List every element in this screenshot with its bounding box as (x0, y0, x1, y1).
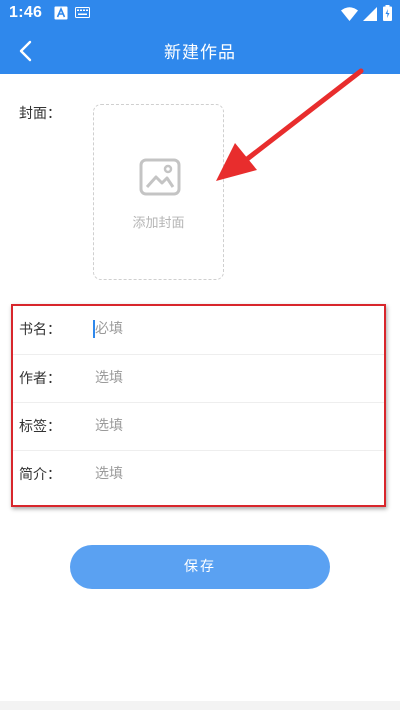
battery-charging-icon (383, 5, 392, 21)
app-header: 新建作品 (0, 28, 400, 74)
wifi-icon (341, 7, 358, 21)
author-field-row: 作者： (13, 354, 384, 403)
signal-icon (363, 7, 377, 21)
app-notification-icon (54, 6, 68, 20)
bottom-edge (0, 701, 400, 710)
tags-input[interactable] (95, 411, 365, 441)
title-field-row: 书名： (13, 306, 384, 354)
book-info-form: 书名： 作者： 标签： 简介： (11, 304, 386, 507)
intro-input[interactable] (95, 459, 365, 489)
intro-label: 简介： (19, 467, 61, 483)
cover-label: 封面： (19, 106, 61, 122)
status-time: 1:46 (9, 4, 43, 21)
author-input[interactable] (95, 363, 365, 393)
intro-field-row: 简介： (13, 450, 384, 499)
tags-label: 标签： (19, 419, 61, 435)
status-bar: 1:46 (0, 0, 400, 28)
author-label: 作者： (19, 371, 61, 387)
title-label: 书名： (19, 322, 61, 338)
add-cover-button[interactable]: 添加封面 (93, 104, 224, 280)
keyboard-icon (75, 7, 90, 18)
tags-field-row: 标签： (13, 402, 384, 451)
image-icon (139, 158, 181, 196)
page-title: 新建作品 (164, 43, 236, 63)
add-cover-text: 添加封面 (132, 216, 185, 231)
save-button[interactable]: 保存 (70, 545, 330, 589)
title-input[interactable] (95, 314, 365, 344)
